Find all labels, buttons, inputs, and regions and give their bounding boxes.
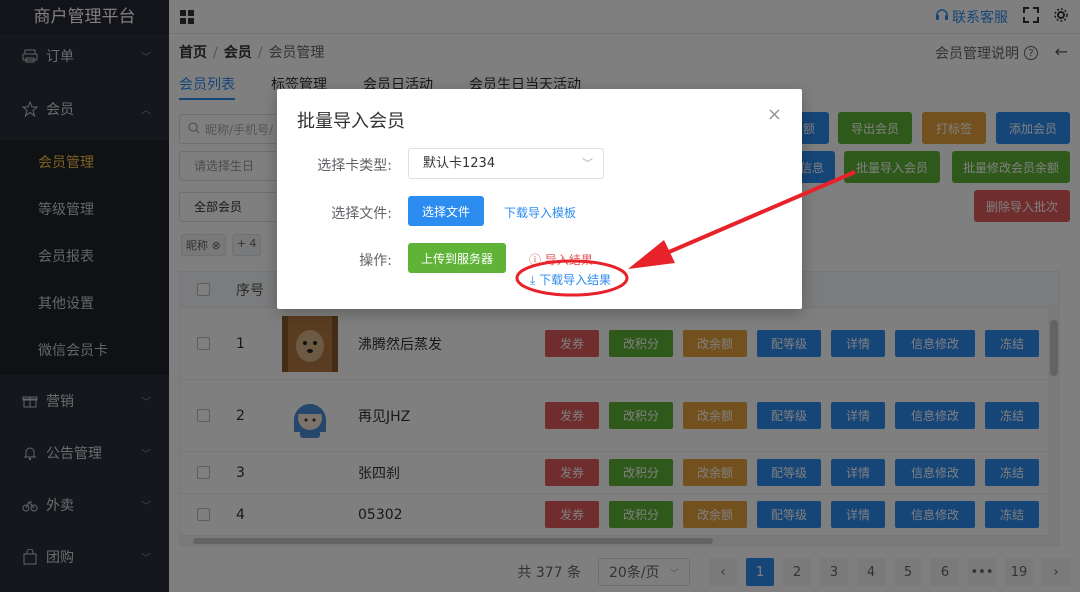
- chevron-down-icon: ﹀: [582, 157, 593, 170]
- import-result-label: 导入结果: [544, 253, 593, 267]
- card-type-value: 默认卡1234: [423, 156, 496, 171]
- choose-file-button[interactable]: 选择文件: [408, 196, 484, 226]
- alert-icon: ⓘ: [529, 253, 542, 267]
- download-result-link[interactable]: ⤓ 下载导入结果: [530, 271, 614, 288]
- batch-import-modal: 批量导入会员 × 选择卡类型: 默认卡1234 ﹀ 选择文件: 选择文件 下载导…: [277, 89, 802, 309]
- download-template-link[interactable]: 下载导入模板: [504, 204, 576, 221]
- close-icon[interactable]: ×: [767, 104, 782, 125]
- import-result-status: ⓘ 导入结果: [529, 251, 593, 268]
- card-type-label: 选择卡类型:: [317, 158, 392, 174]
- download-result-label: 下载导入结果: [539, 273, 612, 287]
- modal-title: 批量导入会员: [297, 111, 405, 132]
- upload-to-server-button[interactable]: 上传到服务器: [408, 243, 506, 273]
- operation-label: 操作:: [359, 253, 392, 269]
- download-icon: ⤓: [530, 273, 536, 287]
- card-type-select[interactable]: 默认卡1234 ﹀: [408, 148, 604, 179]
- file-label: 选择文件:: [331, 206, 392, 222]
